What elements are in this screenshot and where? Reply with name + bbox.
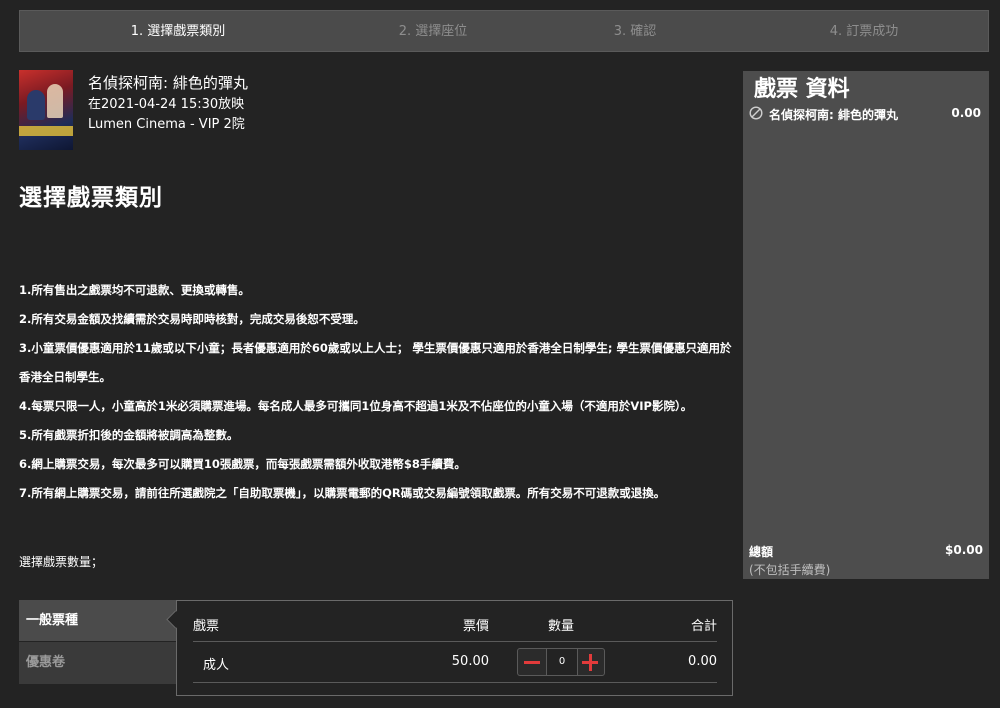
ticket-info-item-price: 0.00	[951, 106, 981, 120]
fee-note: (不包括手續費)	[749, 563, 831, 577]
term-item: 3.小童票價優惠適用於11歲或以下小童；長者優惠適用於60歲或以上人士； 學生票…	[19, 341, 732, 384]
step-confirm: 3. 確認	[613, 24, 657, 39]
header-price: 票價	[462, 619, 489, 634]
quantity-stepper: 0	[517, 648, 605, 676]
quantity-value[interactable]: 0	[546, 649, 578, 675]
progress-steps: 1. 選擇戲票類別 2. 選擇座位 3. 確認 4. 訂票成功	[19, 10, 989, 52]
step-select-ticket-type[interactable]: 1. 選擇戲票類別	[78, 11, 278, 51]
movie-title: 名偵探柯南: 緋色的彈丸	[88, 74, 248, 92]
total-label: 總額	[749, 545, 774, 559]
movie-showtime: 在2021-04-24 15:30放映	[88, 97, 245, 112]
tab-coupon[interactable]: 優惠卷	[19, 642, 177, 684]
step-select-seat: 2. 選擇座位	[398, 24, 468, 39]
header-quantity: 數量	[548, 619, 575, 634]
table-row: 成人 50.00 0 0.00	[193, 642, 717, 683]
step-booking-success: 4. 訂票成功	[829, 24, 899, 39]
term-item: 5.所有戲票折扣後的金額將被調高為整數。	[19, 428, 239, 442]
ban-icon	[749, 106, 763, 120]
ticket-info-title: 戲票 資料	[754, 77, 850, 102]
header-subtotal: 合計	[690, 619, 717, 634]
quantity-label: 選擇戲票數量；	[19, 555, 104, 569]
terms-list: 1.所有售出之戲票均不可退款、更換或轉售。 2.所有交易金額及找續需於交易時即時…	[19, 276, 739, 508]
ticket-info-panel: 戲票 資料 名偵探柯南: 緋色的彈丸 0.00 總額 $0.00 (不包括手續費…	[743, 71, 989, 579]
ticket-subtotal: 0.00	[688, 654, 717, 669]
term-item: 6.網上購票交易，每次最多可以購買10張戲票，而每張戲票需額外收取港幣$8手續費…	[19, 457, 466, 471]
header-ticket: 戲票	[193, 619, 220, 634]
ticket-info-item: 名偵探柯南: 緋色的彈丸 0.00	[749, 105, 985, 125]
ticket-type-tabs: 一般票種 優惠卷	[19, 600, 177, 684]
tab-general-ticket[interactable]: 一般票種	[19, 600, 177, 641]
term-item: 1.所有售出之戲票均不可退款、更換或轉售。	[19, 283, 250, 297]
term-item: 2.所有交易金額及找續需於交易時即時核對，完成交易後恕不受理。	[19, 312, 365, 326]
plus-icon[interactable]	[576, 649, 604, 675]
page-title: 選擇戲票類別	[19, 185, 163, 211]
total-value: $0.00	[945, 543, 983, 557]
term-item: 4.每票只限一人，小童高於1米必須購票進場。每名成人最多可攜同1位身高不超過1米…	[19, 399, 693, 413]
ticket-price: 50.00	[451, 654, 489, 669]
ticket-table-panel: 戲票 票價 數量 合計 成人 50.00 0 0.00	[176, 600, 733, 696]
ticket-type-name: 成人	[203, 658, 230, 673]
term-item: 7.所有網上購票交易，請前往所選戲院之「自助取票機」，以購票電郵的QR碼或交易編…	[19, 486, 666, 500]
ticket-table-header: 戲票 票價 數量 合計	[193, 615, 717, 642]
movie-poster	[19, 70, 73, 150]
ticket-info-item-name: 名偵探柯南: 緋色的彈丸	[769, 108, 898, 122]
movie-cinema: Lumen Cinema - VIP 2院	[88, 117, 245, 132]
minus-icon[interactable]	[518, 649, 546, 675]
